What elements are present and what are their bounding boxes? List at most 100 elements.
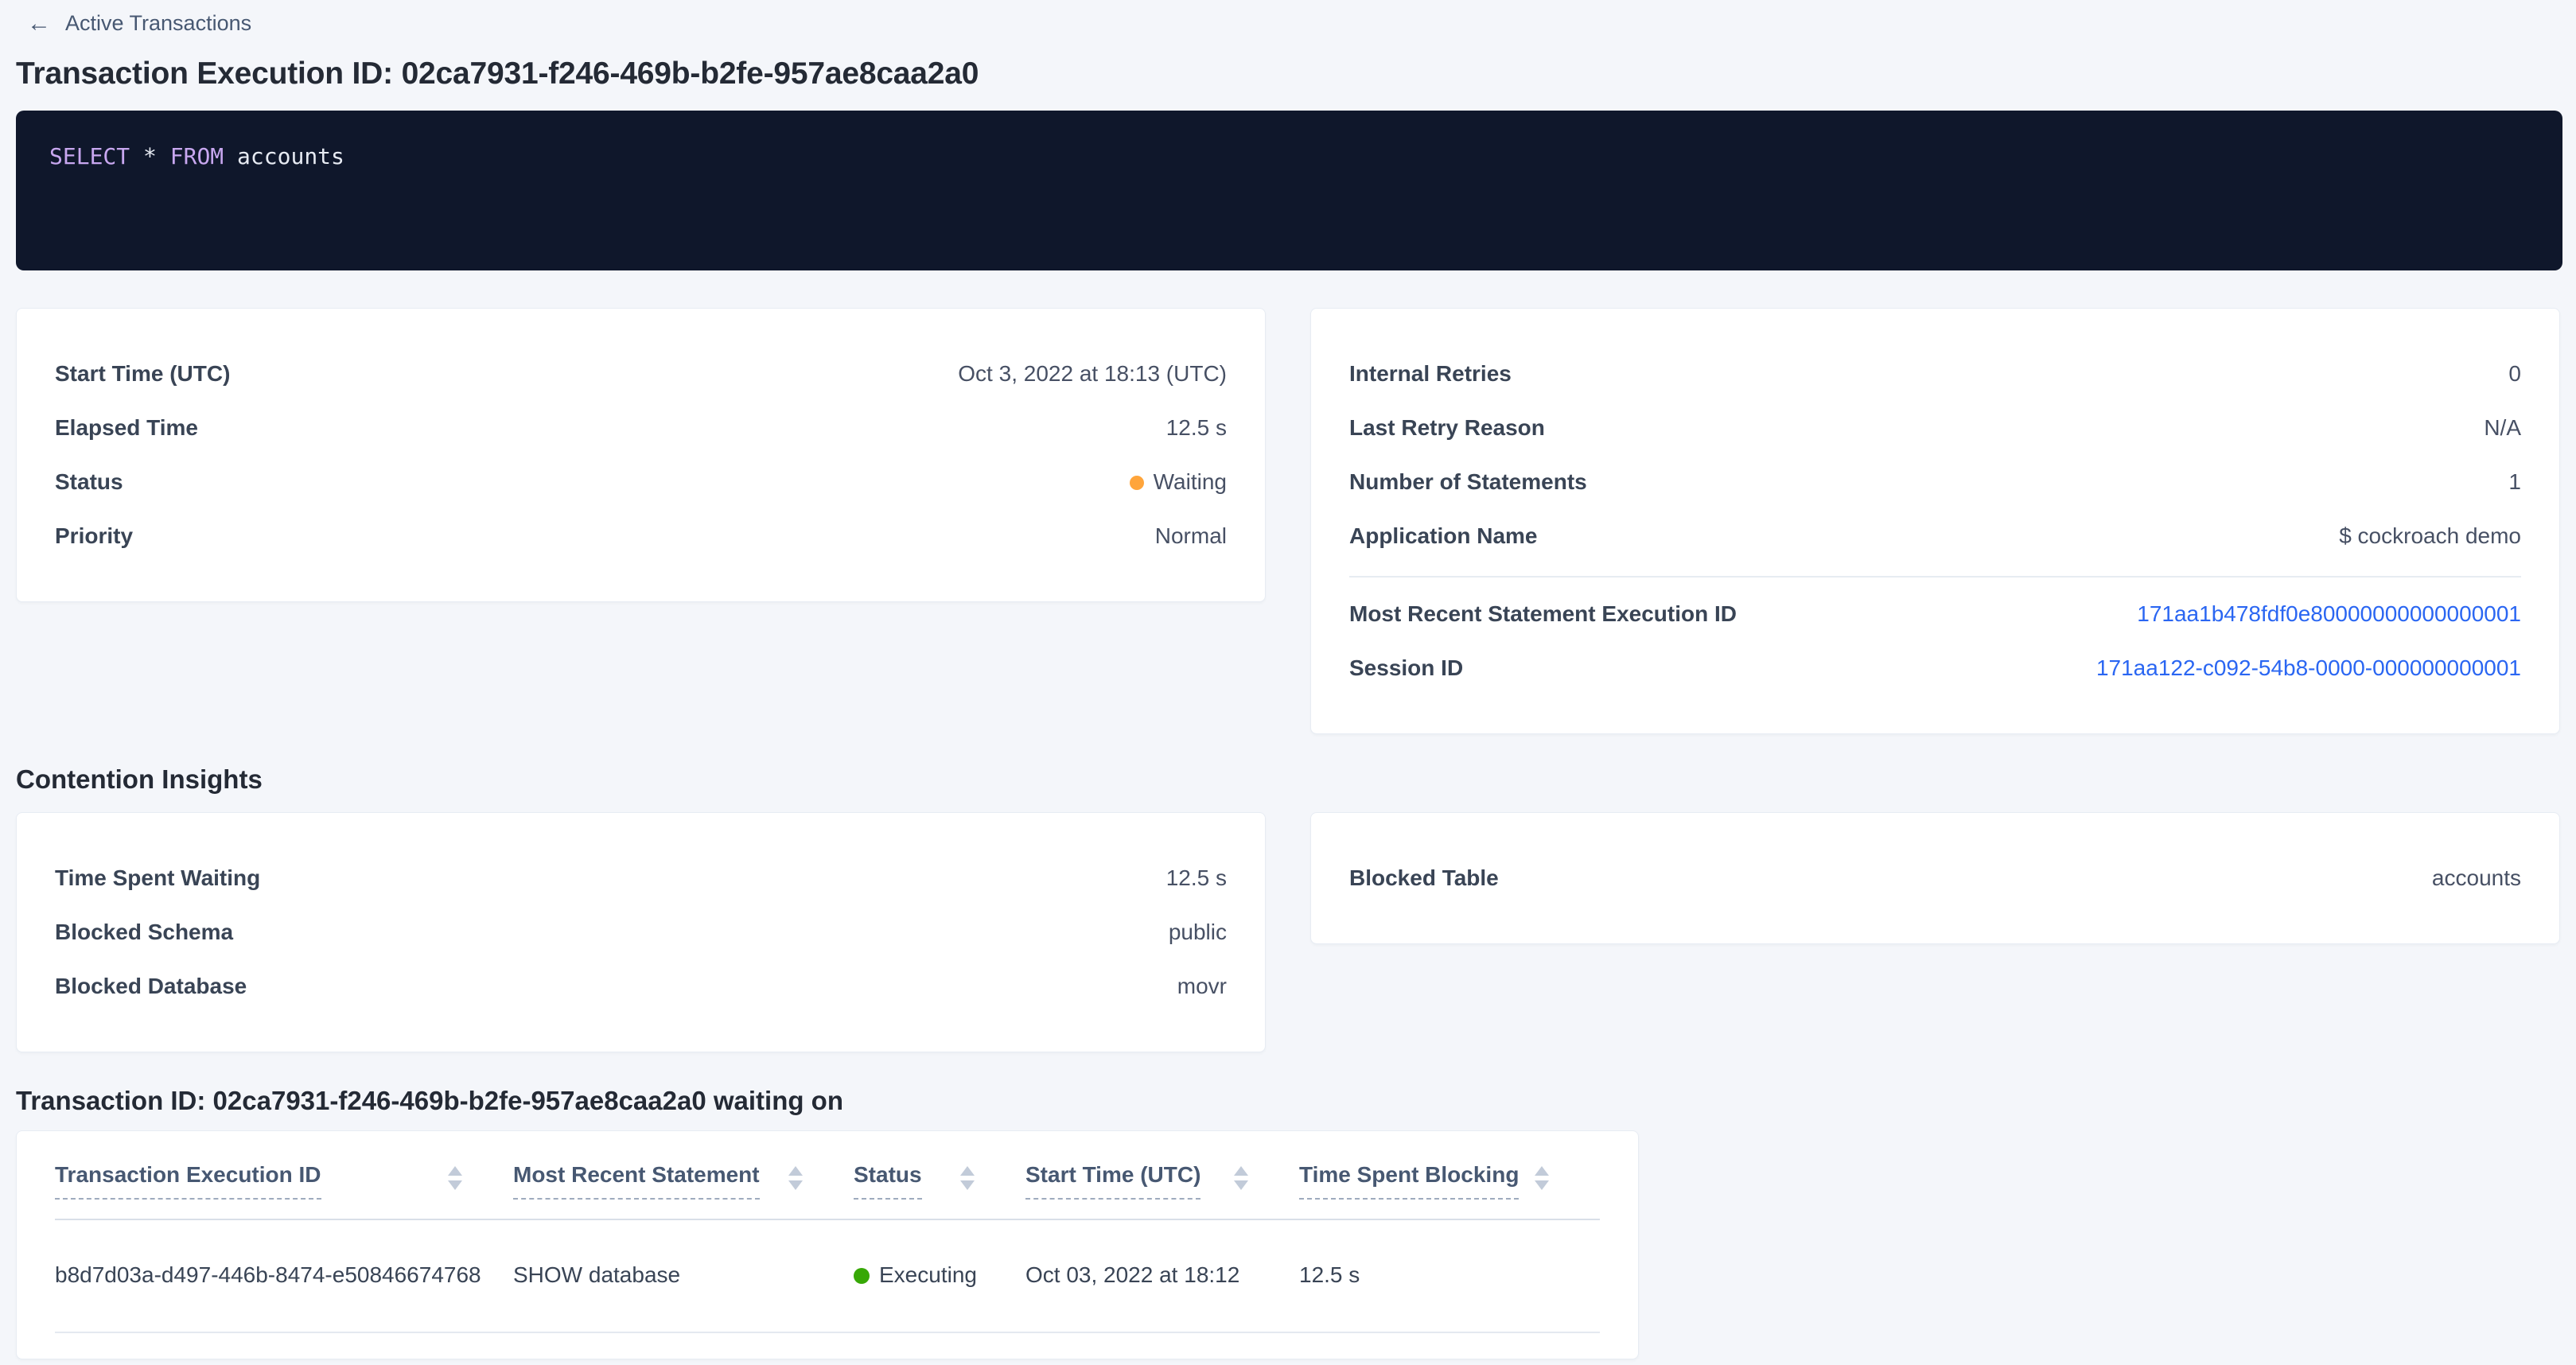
sql-plain-text: accounts bbox=[224, 143, 344, 169]
detail-row-status: Status Waiting bbox=[55, 455, 1227, 509]
detail-value: accounts bbox=[2432, 865, 2521, 892]
column-header-time-spent-blocking: Time Spent Blocking bbox=[1299, 1147, 1600, 1219]
detail-label: Blocked Database bbox=[55, 973, 247, 1000]
sort-icon[interactable] bbox=[788, 1161, 803, 1190]
table-row: b8d7d03a-d497-446b-8474-e50846674768 SHO… bbox=[55, 1219, 1600, 1332]
detail-label: Session ID bbox=[1349, 655, 1463, 682]
status-text: Executing bbox=[879, 1262, 977, 1287]
caret-up-icon bbox=[448, 1166, 462, 1176]
column-header-label[interactable]: Start Time (UTC) bbox=[1025, 1161, 1200, 1200]
contention-row-blocked-table: Blocked Table accounts bbox=[1349, 851, 2521, 905]
detail-label: Blocked Table bbox=[1349, 865, 1499, 892]
detail-label: Application Name bbox=[1349, 523, 1537, 550]
detail-value: Normal bbox=[1155, 523, 1227, 550]
sql-keyword: FROM bbox=[170, 143, 224, 169]
session-id-link[interactable]: 171aa122-c092-54b8-0000-000000000001 bbox=[2096, 655, 2521, 682]
detail-row-statement-execution-id: Most Recent Statement Execution ID 171aa… bbox=[1349, 587, 2521, 641]
contention-row-time-spent-waiting: Time Spent Waiting 12.5 s bbox=[55, 851, 1227, 905]
transaction-metadata-card: Internal Retries 0 Last Retry Reason N/A… bbox=[1310, 308, 2560, 734]
detail-label: Most Recent Statement Execution ID bbox=[1349, 601, 1737, 628]
detail-value: 0 bbox=[2508, 360, 2521, 387]
detail-value: 1 bbox=[2508, 469, 2521, 496]
contention-row-blocked-schema: Blocked Schema public bbox=[55, 905, 1227, 959]
caret-down-icon bbox=[960, 1180, 975, 1190]
back-to-active-transactions-link[interactable]: ← Active Transactions bbox=[27, 11, 251, 36]
card-divider bbox=[1349, 576, 2521, 578]
detail-row-start-time: Start Time (UTC) Oct 3, 2022 at 18:13 (U… bbox=[55, 347, 1227, 401]
contention-insights-heading: Contention Insights bbox=[16, 764, 2560, 795]
caret-down-icon bbox=[1234, 1180, 1248, 1190]
detail-label: Elapsed Time bbox=[55, 414, 198, 441]
caret-down-icon bbox=[448, 1180, 462, 1190]
detail-row-elapsed-time: Elapsed Time 12.5 s bbox=[55, 401, 1227, 455]
details-cards: Start Time (UTC) Oct 3, 2022 at 18:13 (U… bbox=[16, 308, 2560, 734]
statement-execution-id-link[interactable]: 171aa1b478fdf0e80000000000000001 bbox=[2137, 601, 2521, 628]
waiting-on-table: Transaction Execution ID Most Recent Sta… bbox=[55, 1147, 1600, 1333]
back-arrow-icon: ← bbox=[27, 12, 51, 36]
column-header-label[interactable]: Status bbox=[854, 1161, 922, 1200]
waiting-on-heading: Transaction ID: 02ca7931-f246-469b-b2fe-… bbox=[16, 1086, 2560, 1116]
transaction-details-page: ← Active Transactions Transaction Execut… bbox=[0, 0, 2576, 1359]
sql-statement-text: SELECT * FROM accounts bbox=[49, 142, 2529, 171]
column-header-status: Status bbox=[854, 1147, 1025, 1219]
cell-most-recent-statement: SHOW database bbox=[513, 1219, 854, 1332]
page-title: Transaction Execution ID: 02ca7931-f246-… bbox=[16, 56, 2560, 91]
caret-up-icon bbox=[1234, 1166, 1248, 1176]
sort-icon[interactable] bbox=[448, 1161, 462, 1190]
column-header-label[interactable]: Transaction Execution ID bbox=[55, 1161, 321, 1200]
contention-cards: Time Spent Waiting 12.5 s Blocked Schema… bbox=[16, 812, 2560, 1052]
detail-value: 12.5 s bbox=[1166, 865, 1227, 892]
detail-value: N/A bbox=[2484, 414, 2521, 441]
sort-icon[interactable] bbox=[960, 1161, 975, 1190]
detail-label: Internal Retries bbox=[1349, 360, 1512, 387]
cell-transaction-execution-id: b8d7d03a-d497-446b-8474-e50846674768 bbox=[55, 1219, 513, 1332]
detail-label: Last Retry Reason bbox=[1349, 414, 1545, 441]
sort-icon[interactable] bbox=[1535, 1161, 1549, 1190]
status-value: Waiting bbox=[1130, 469, 1227, 496]
cell-status: Executing bbox=[854, 1219, 1025, 1332]
detail-row-session-id: Session ID 171aa122-c092-54b8-0000-00000… bbox=[1349, 641, 2521, 695]
detail-row-internal-retries: Internal Retries 0 bbox=[1349, 347, 2521, 401]
column-header-most-recent-statement: Most Recent Statement bbox=[513, 1147, 854, 1219]
caret-up-icon bbox=[960, 1166, 975, 1176]
column-header-start-time: Start Time (UTC) bbox=[1025, 1147, 1299, 1219]
detail-value: 12.5 s bbox=[1166, 414, 1227, 441]
transaction-summary-card: Start Time (UTC) Oct 3, 2022 at 18:13 (U… bbox=[16, 308, 1266, 602]
waiting-on-table-card: Transaction Execution ID Most Recent Sta… bbox=[16, 1130, 1639, 1359]
sql-plain-text: * bbox=[130, 143, 170, 169]
breadcrumb: ← Active Transactions bbox=[16, 11, 2560, 36]
caret-up-icon bbox=[788, 1166, 803, 1176]
table-header-row: Transaction Execution ID Most Recent Sta… bbox=[55, 1147, 1600, 1219]
detail-row-number-of-statements: Number of Statements 1 bbox=[1349, 455, 2521, 509]
detail-row-last-retry-reason: Last Retry Reason N/A bbox=[1349, 401, 2521, 455]
back-link-label: Active Transactions bbox=[65, 11, 251, 36]
detail-label: Number of Statements bbox=[1349, 469, 1587, 496]
detail-value: public bbox=[1169, 919, 1227, 946]
caret-up-icon bbox=[1535, 1166, 1549, 1176]
sql-statement-box: SELECT * FROM accounts bbox=[16, 111, 2562, 270]
sort-icon[interactable] bbox=[1234, 1161, 1248, 1190]
cell-start-time: Oct 03, 2022 at 18:12 bbox=[1025, 1219, 1299, 1332]
detail-label: Status bbox=[55, 469, 123, 496]
column-header-label[interactable]: Time Spent Blocking bbox=[1299, 1161, 1519, 1200]
detail-label: Blocked Schema bbox=[55, 919, 233, 946]
contention-row-blocked-database: Blocked Database movr bbox=[55, 959, 1227, 1013]
contention-blocked-table-card: Blocked Table accounts bbox=[1310, 812, 2560, 944]
cell-time-spent-blocking: 12.5 s bbox=[1299, 1219, 1600, 1332]
executing-status-dot-icon bbox=[854, 1268, 870, 1284]
detail-row-application-name: Application Name $ cockroach demo bbox=[1349, 509, 2521, 563]
sql-keyword: SELECT bbox=[49, 143, 130, 169]
column-header-transaction-execution-id: Transaction Execution ID bbox=[55, 1147, 513, 1219]
detail-label: Start Time (UTC) bbox=[55, 360, 230, 387]
status-text: Waiting bbox=[1154, 469, 1227, 494]
contention-waiting-card: Time Spent Waiting 12.5 s Blocked Schema… bbox=[16, 812, 1266, 1052]
detail-value: movr bbox=[1177, 973, 1227, 1000]
caret-down-icon bbox=[1535, 1180, 1549, 1190]
detail-label: Time Spent Waiting bbox=[55, 865, 260, 892]
waiting-status-dot-icon bbox=[1130, 476, 1144, 490]
detail-value: Oct 3, 2022 at 18:13 (UTC) bbox=[958, 360, 1227, 387]
detail-label: Priority bbox=[55, 523, 133, 550]
column-header-label[interactable]: Most Recent Statement bbox=[513, 1161, 760, 1200]
detail-row-priority: Priority Normal bbox=[55, 509, 1227, 563]
caret-down-icon bbox=[788, 1180, 803, 1190]
